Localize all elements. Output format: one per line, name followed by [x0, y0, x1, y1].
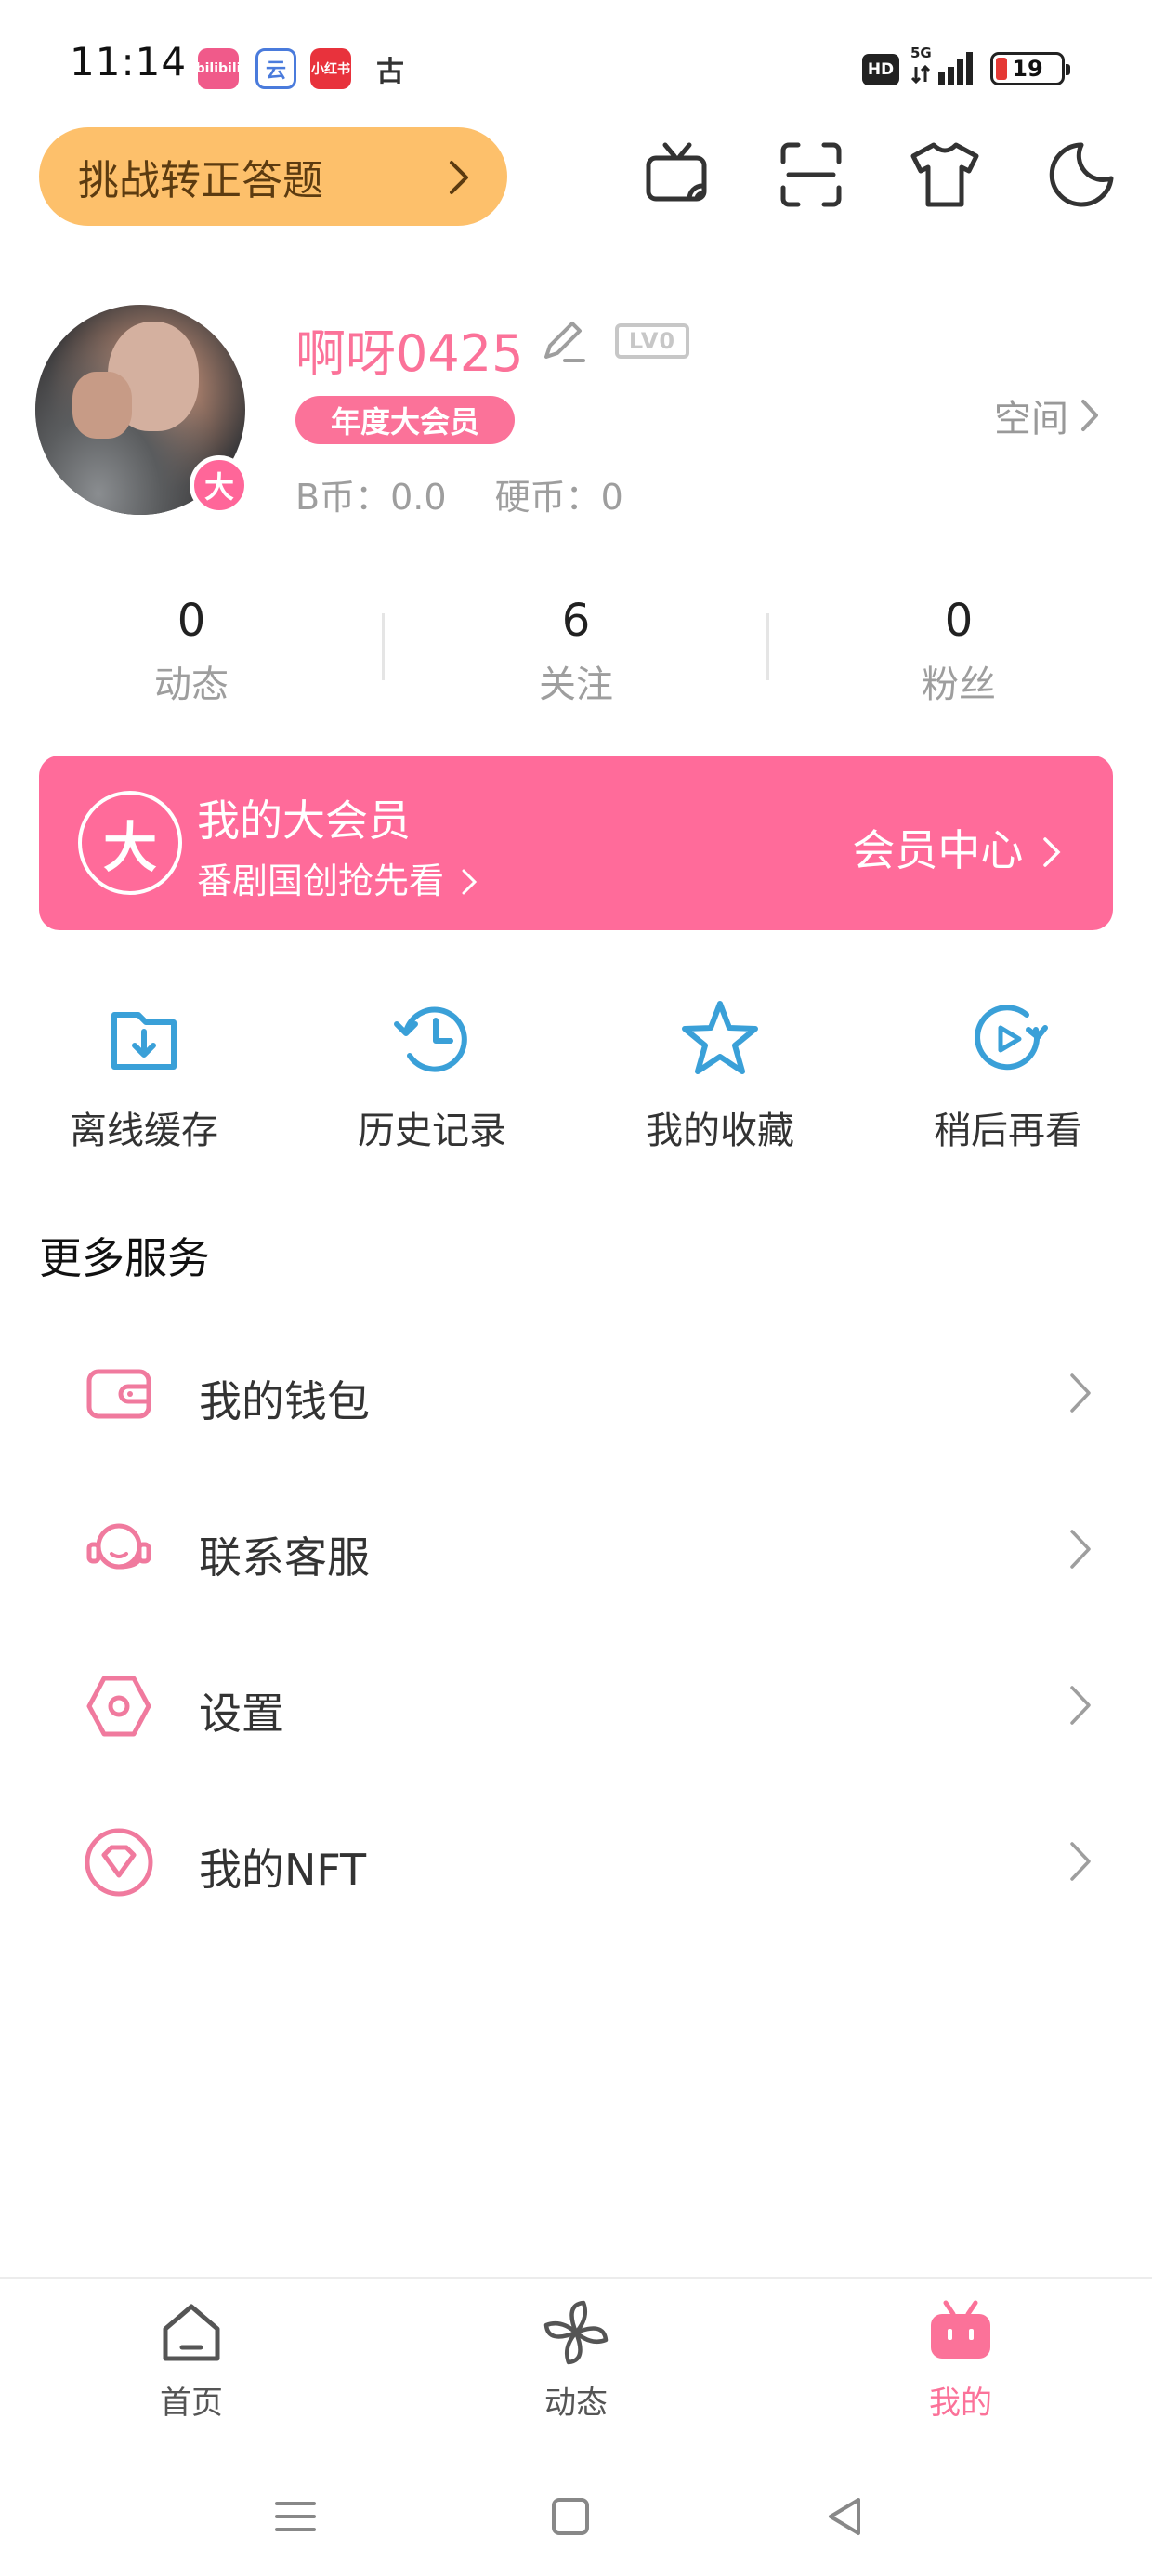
stat-divider	[382, 613, 385, 680]
challenge-quiz-button[interactable]: 挑战转正答题	[39, 127, 507, 226]
download-folder-icon	[111, 1012, 177, 1070]
scan-icon[interactable]	[774, 138, 848, 212]
chevron-right-icon	[1081, 400, 1098, 431]
username[interactable]: 啊呀0425	[295, 312, 523, 386]
challenge-quiz-label: 挑战转正答题	[78, 157, 323, 204]
home-square-icon[interactable]	[543, 2489, 598, 2544]
hard-coin-balance: 硬币：0	[494, 477, 623, 518]
vip-center-label: 会员中心	[852, 825, 1024, 875]
nav-dynamics[interactable]: 动态	[483, 2295, 669, 2423]
quick-action-label: 稍后再看	[934, 1110, 1082, 1152]
edit-pencil-icon[interactable]	[537, 314, 589, 366]
stat-followers[interactable]: 0 粉丝	[819, 595, 1098, 708]
tshirt-icon[interactable]	[908, 138, 982, 212]
bilibili-tv-icon	[931, 2300, 990, 2359]
vip-banner-subtitle-link[interactable]: 番剧国创抢先看	[197, 852, 478, 903]
service-label: 我的钱包	[199, 1376, 370, 1426]
service-row-nft[interactable]: 我的NFT	[0, 1788, 1152, 1937]
service-row-customer-service[interactable]: 联系客服	[0, 1476, 1152, 1624]
vip-indicator-badge: 大	[190, 455, 249, 515]
moon-icon[interactable]	[1044, 138, 1119, 212]
cloud-app-notification-icon: 云	[255, 48, 296, 89]
stat-value: 0	[177, 595, 206, 647]
pinwheel-icon	[543, 2300, 609, 2365]
menu-icon[interactable]	[268, 2489, 323, 2544]
chevron-right-icon	[450, 161, 468, 194]
profile-page: 11:14 bilibili 云 小红书 古 HD 5G 19 挑战转正答题 大…	[0, 0, 1152, 2576]
vip-membership-banner[interactable]: 大 我的大会员 番剧国创抢先看 会员中心	[39, 756, 1113, 930]
quick-history[interactable]: 历史记录	[321, 994, 543, 1154]
service-label: 设置	[199, 1689, 284, 1739]
chevron-right-icon	[1070, 1373, 1091, 1413]
stat-label: 动态	[154, 664, 229, 706]
quick-action-label: 历史记录	[358, 1110, 506, 1152]
annual-vip-badge[interactable]: 年度大会员	[295, 396, 515, 444]
bilibili-notification-icon: bilibili	[196, 48, 241, 89]
stat-value: 0	[944, 595, 974, 647]
coin-balance: B币：0.0 硬币：0	[295, 468, 661, 519]
space-link[interactable]: 空间	[994, 388, 1100, 442]
space-link-label: 空间	[994, 398, 1068, 440]
stat-divider	[766, 613, 769, 680]
wallet-icon	[86, 1369, 151, 1419]
level-badge: LV0	[615, 323, 689, 359]
chevron-right-icon	[462, 869, 478, 895]
home-icon	[163, 2304, 220, 2361]
status-bar: 11:14 bilibili 云 小红书 古 HD 5G 19	[0, 0, 1152, 130]
nav-home[interactable]: 首页	[98, 2295, 284, 2423]
status-time: 11:14	[70, 39, 188, 85]
quick-offline-cache[interactable]: 离线缓存	[33, 994, 255, 1154]
quick-watch-later[interactable]: 稍后再看	[897, 994, 1119, 1154]
watch-later-icon	[975, 1005, 1048, 1071]
quick-action-label: 我的收藏	[646, 1110, 794, 1152]
vip-emblem-icon: 大	[78, 791, 182, 895]
quick-favorites[interactable]: 我的收藏	[609, 994, 831, 1154]
diamond-icon	[85, 1828, 153, 1897]
settings-hexagon-icon	[86, 1676, 151, 1737]
nav-label: 首页	[160, 2385, 223, 2422]
vip-center-link[interactable]: 会员中心	[852, 817, 1061, 878]
tv-cast-icon[interactable]	[641, 138, 715, 212]
calligraphy-app-notification-icon: 古	[370, 48, 411, 89]
bottom-nav: 首页 动态 我的	[0, 2277, 1152, 2453]
service-row-wallet[interactable]: 我的钱包	[0, 1320, 1152, 1468]
history-clock-icon	[394, 1006, 467, 1072]
stat-following[interactable]: 6 关注	[437, 595, 715, 708]
stat-label: 关注	[539, 664, 613, 706]
xiaohongshu-notification-icon: 小红书	[310, 48, 351, 89]
battery-icon: 19	[990, 52, 1070, 85]
hd-icon: HD	[862, 54, 899, 85]
vip-banner-subtitle: 番剧国创抢先看	[197, 861, 445, 901]
chevron-right-icon	[1043, 837, 1061, 867]
star-icon	[682, 1001, 758, 1074]
service-row-settings[interactable]: 设置	[0, 1632, 1152, 1781]
signal-icon: 5G	[910, 45, 979, 87]
chevron-right-icon	[1070, 1530, 1091, 1569]
nav-mine[interactable]: 我的	[868, 2295, 1054, 2423]
stat-value: 6	[561, 595, 591, 647]
more-services-title: 更多服务	[39, 1233, 210, 1283]
chevron-right-icon	[1070, 1842, 1091, 1881]
stat-label: 粉丝	[922, 664, 996, 706]
headset-icon	[86, 1523, 151, 1570]
stat-posts[interactable]: 0 动态	[52, 595, 331, 708]
service-label: 我的NFT	[199, 1845, 367, 1895]
vip-banner-title: 我的大会员	[197, 795, 411, 846]
nav-label: 动态	[544, 2385, 608, 2422]
system-nav-bar	[0, 2453, 1152, 2576]
service-label: 联系客服	[199, 1532, 370, 1583]
quick-action-label: 离线缓存	[70, 1110, 218, 1152]
network-label: 5G	[910, 45, 932, 61]
battery-level: 19	[1012, 56, 1043, 82]
b-coin-balance: B币：0.0	[295, 477, 447, 518]
chevron-right-icon	[1070, 1686, 1091, 1725]
nav-label: 我的	[929, 2385, 992, 2422]
back-triangle-icon[interactable]	[818, 2489, 873, 2544]
